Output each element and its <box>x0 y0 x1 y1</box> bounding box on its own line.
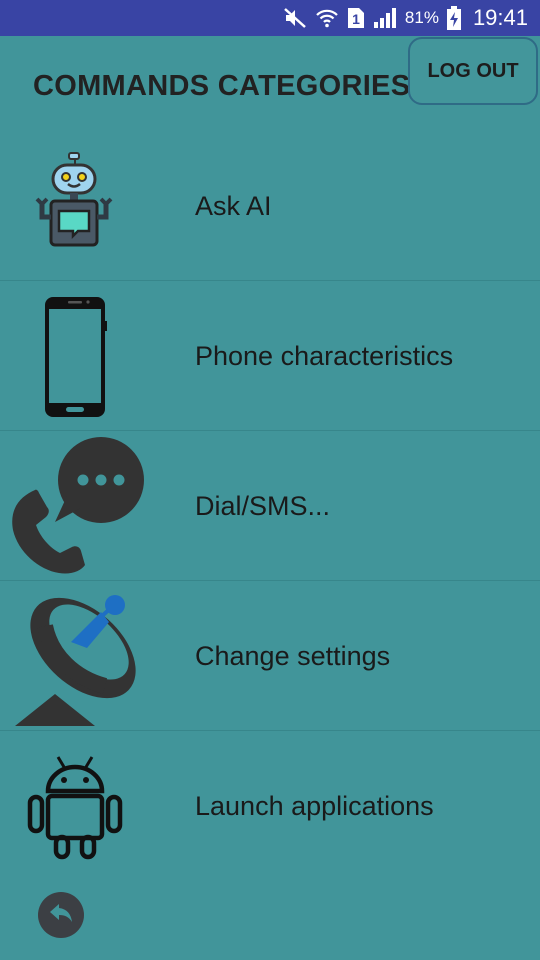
smartphone-icon <box>0 281 150 431</box>
robot-icon <box>0 131 150 281</box>
category-ask-ai[interactable]: Ask AI <box>0 131 540 281</box>
category-launch-applications[interactable]: Launch applications <box>0 731 540 881</box>
mute-icon <box>283 7 307 29</box>
status-bar: 1 81% 19:41 <box>0 0 540 36</box>
category-phone-characteristics[interactable]: Phone characteristics <box>0 281 540 431</box>
category-change-settings[interactable]: Change settings <box>0 581 540 731</box>
category-list: Ask AI Phone characteristics Dial/SMS...… <box>0 131 540 881</box>
category-label: Dial/SMS... <box>195 490 331 521</box>
battery-charging-icon <box>446 6 461 30</box>
back-button[interactable] <box>38 892 84 938</box>
category-label: Ask AI <box>195 190 272 221</box>
signal-icon <box>373 7 397 29</box>
category-label: Change settings <box>195 640 391 671</box>
sim-icon: 1 <box>347 7 365 29</box>
sim-slot-text: 1 <box>352 11 360 27</box>
category-label: Phone characteristics <box>195 340 454 371</box>
satellite-dish-icon <box>0 581 150 731</box>
page-title: COMMANDS CATEGORIES: <box>33 70 421 102</box>
back-arrow-icon <box>48 902 74 929</box>
category-label: Launch applications <box>195 790 434 821</box>
logout-button[interactable]: LOG OUT <box>408 37 538 105</box>
android-icon <box>0 731 150 881</box>
category-dial-sms[interactable]: Dial/SMS... <box>0 431 540 581</box>
battery-percent: 81% <box>404 8 439 27</box>
phone-chat-icon <box>0 431 150 581</box>
wifi-icon <box>315 7 339 29</box>
clock: 19:41 <box>472 5 528 30</box>
